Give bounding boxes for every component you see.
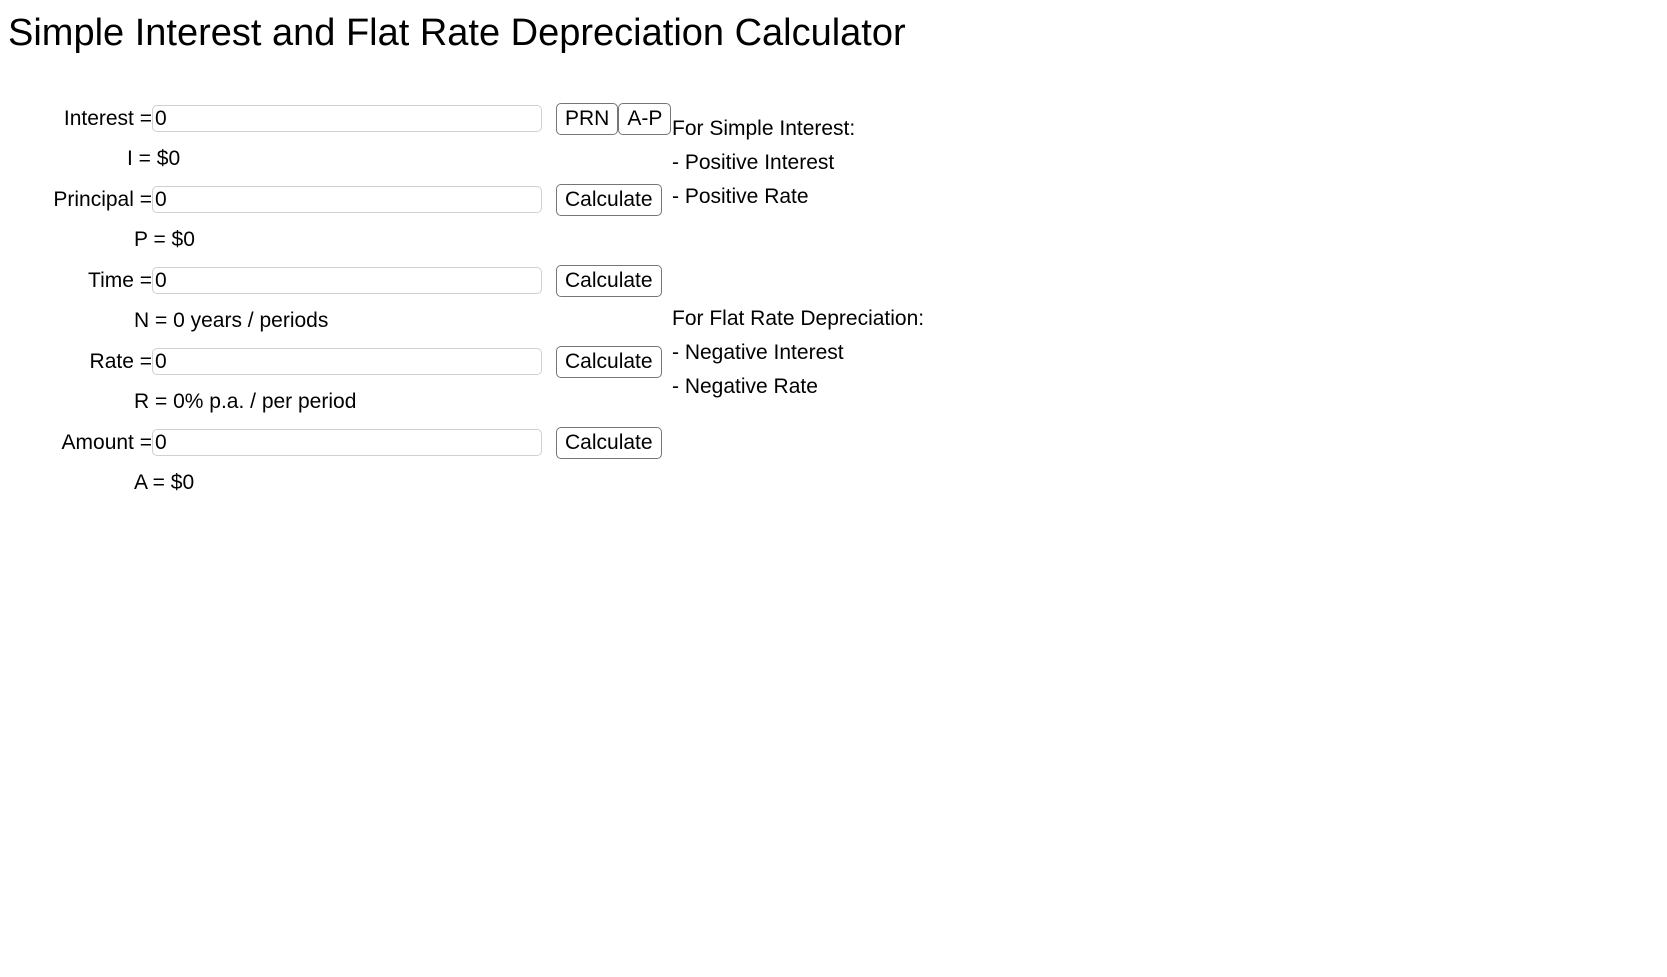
amount-label: Amount = bbox=[61, 430, 152, 454]
calculate-rate-button[interactable]: Calculate bbox=[556, 345, 662, 378]
rate-label: Rate = bbox=[89, 349, 152, 373]
time-button-group: Calculate bbox=[556, 264, 662, 297]
result-row-principal: P = $0 bbox=[0, 218, 1667, 262]
notes-flat-rate-heading: For Flat Rate Depreciation: bbox=[672, 307, 925, 330]
a-minus-p-button[interactable]: A-P bbox=[618, 102, 672, 135]
result-row-amount: A = $0 bbox=[0, 461, 1667, 505]
amount-button-group: Calculate bbox=[556, 426, 662, 459]
page-title: Simple Interest and Flat Rate Depreciati… bbox=[8, 12, 906, 54]
interest-input[interactable] bbox=[152, 105, 542, 132]
notes-simple-interest-line-2: - Positive Rate bbox=[672, 185, 809, 208]
time-label: Time = bbox=[88, 268, 152, 292]
notes-flat-rate-line-2: - Negative Rate bbox=[672, 375, 818, 398]
principal-result: P = $0 bbox=[134, 228, 195, 251]
calculate-principal-button[interactable]: Calculate bbox=[556, 183, 662, 216]
rate-button-group: Calculate bbox=[556, 345, 662, 378]
notes-flat-rate-depreciation: For Flat Rate Depreciation: - Negative I… bbox=[672, 302, 924, 404]
notes-simple-interest-line-1: - Positive Interest bbox=[672, 151, 835, 174]
principal-button-group: Calculate bbox=[556, 183, 662, 216]
prn-button[interactable]: PRN bbox=[556, 102, 619, 135]
form-row-amount: Amount = Calculate bbox=[0, 424, 1667, 461]
interest-label: Interest = bbox=[63, 106, 152, 130]
amount-result: A = $0 bbox=[134, 471, 195, 494]
notes-flat-rate-line-1: - Negative Interest bbox=[672, 341, 844, 364]
time-input[interactable] bbox=[152, 267, 542, 294]
time-result: N = 0 years / periods bbox=[134, 309, 329, 332]
notes-simple-interest-heading: For Simple Interest: bbox=[672, 117, 856, 140]
form-row-time: Time = Calculate bbox=[0, 262, 1667, 299]
principal-input[interactable] bbox=[152, 186, 542, 213]
rate-result: R = 0% p.a. / per period bbox=[134, 390, 357, 413]
interest-button-group: PRN A-P bbox=[556, 102, 672, 135]
amount-input[interactable] bbox=[152, 429, 542, 456]
rate-input[interactable] bbox=[152, 348, 542, 375]
principal-label: Principal = bbox=[53, 187, 152, 211]
notes-simple-interest: For Simple Interest: - Positive Interest… bbox=[672, 112, 855, 214]
calculate-time-button[interactable]: Calculate bbox=[556, 264, 662, 297]
interest-result: I = $0 bbox=[127, 147, 181, 170]
calculate-amount-button[interactable]: Calculate bbox=[556, 426, 662, 459]
